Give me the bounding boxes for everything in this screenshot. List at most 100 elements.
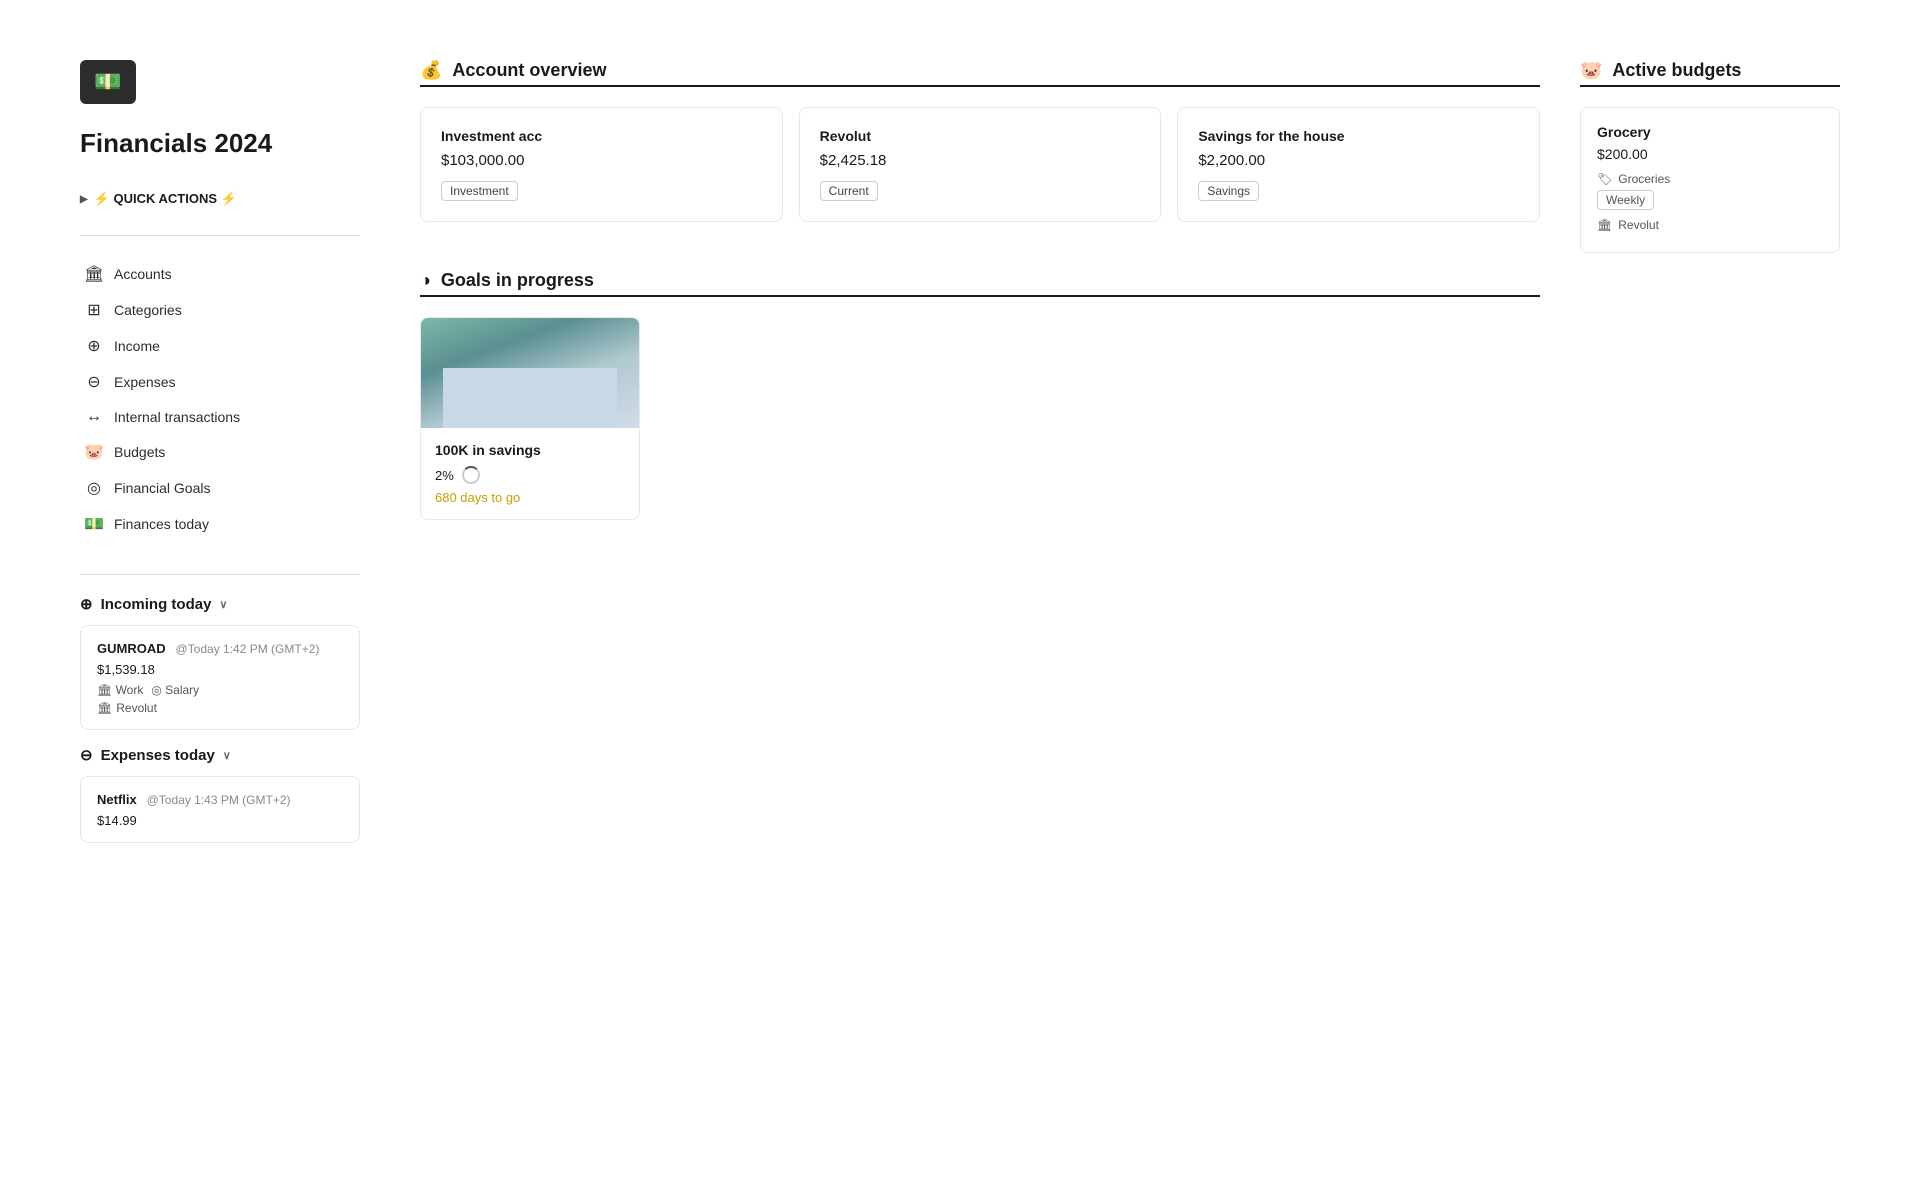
goal-progress-circle-0 <box>462 466 480 484</box>
account-overview-underline <box>420 85 1540 87</box>
account-name-savings: Savings for the house <box>1198 128 1519 144</box>
expenses-icon: ⊖ <box>84 372 104 392</box>
nav-label-budgets: Budgets <box>114 444 165 460</box>
goal-progress-row-0: 2% <box>435 466 625 484</box>
financial-goals-icon: ◎ <box>84 478 104 498</box>
account-type-revolut: Current <box>820 181 878 201</box>
internal-transactions-icon: ↔ <box>84 408 104 426</box>
budget-account-0: 🏛 Revolut <box>1597 218 1823 232</box>
app-logo: 💵 <box>80 60 136 104</box>
right-column: 🐷 Active budgets Grocery $200.00 🏷 Groce… <box>1580 60 1840 1139</box>
nav-item-income[interactable]: ⊕ Income <box>80 328 360 364</box>
incoming-transaction-amount-0: $1,539.18 <box>97 662 343 677</box>
sidebar-divider-2 <box>80 574 360 575</box>
goals-grid: 100K in savings 2% 680 days to go <box>420 317 1540 520</box>
account-amount-investment: $103,000.00 <box>441 152 762 169</box>
budget-category-0: 🏷 Groceries <box>1597 172 1823 186</box>
active-budgets-title: Active budgets <box>1612 60 1741 81</box>
goal-card-0[interactable]: 100K in savings 2% 680 days to go <box>420 317 640 520</box>
account-type-savings: Savings <box>1198 181 1259 201</box>
expenses-today-chevron: ∨ <box>223 749 231 762</box>
budget-amount-0: $200.00 <box>1597 146 1823 162</box>
account-name-investment: Investment acc <box>441 128 762 144</box>
accounts-grid: Investment acc $103,000.00 Investment Re… <box>420 107 1540 222</box>
budget-category-label-0: Groceries <box>1618 172 1670 186</box>
nav-item-budgets[interactable]: 🐷 Budgets <box>80 434 360 470</box>
nav-label-finances-today: Finances today <box>114 516 209 532</box>
budget-frequency-0: Weekly <box>1597 190 1654 210</box>
incoming-today-toggle[interactable]: ⊕ Incoming today ∨ <box>80 595 360 613</box>
goals-icon: ◑ <box>420 270 431 291</box>
active-budgets-section: 🐷 Active budgets Grocery $200.00 🏷 Groce… <box>1580 60 1840 253</box>
incoming-transaction-name-0: GUMROAD <box>97 641 166 656</box>
nav-menu: 🏛 Accounts ⊞ Categories ⊕ Income ⊖ Expen… <box>80 256 360 542</box>
sidebar: 💵 Financials 2024 ▶ ⚡ QUICK ACTIONS ⚡ 🏛 … <box>80 60 360 1139</box>
account-amount-revolut: $2,425.18 <box>820 152 1141 169</box>
budgets-icon: 🐷 <box>84 442 104 462</box>
accounts-icon: 🏛 <box>84 264 104 284</box>
active-budgets-underline <box>1580 85 1840 87</box>
logo-icon: 💵 <box>94 69 121 95</box>
app-title: Financials 2024 <box>80 128 360 159</box>
budget-name-0: Grocery <box>1597 124 1823 140</box>
expense-transaction-amount-0: $14.99 <box>97 813 343 828</box>
incoming-today-label: Incoming today <box>101 596 212 613</box>
goal-days-0: 680 days to go <box>435 490 625 505</box>
incoming-today-icon: ⊕ <box>80 595 93 613</box>
budget-card-0[interactable]: Grocery $200.00 🏷 Groceries Weekly 🏛 Rev… <box>1580 107 1840 253</box>
nav-label-financial-goals: Financial Goals <box>114 480 211 496</box>
categories-icon: ⊞ <box>84 300 104 320</box>
nav-item-accounts[interactable]: 🏛 Accounts <box>80 256 360 292</box>
nav-item-financial-goals[interactable]: ◎ Financial Goals <box>80 470 360 506</box>
budget-category-icon-0: 🏷 <box>1597 172 1612 186</box>
goals-underline <box>420 295 1540 297</box>
quick-actions-label: ⚡ QUICK ACTIONS ⚡ <box>94 191 237 207</box>
nav-label-internal-transactions: Internal transactions <box>114 409 240 425</box>
account-card-investment[interactable]: Investment acc $103,000.00 Investment <box>420 107 783 222</box>
account-overview-title: Account overview <box>452 60 606 81</box>
goal-image-0 <box>421 318 639 428</box>
nav-item-expenses[interactable]: ⊖ Expenses <box>80 364 360 400</box>
account-card-savings[interactable]: Savings for the house $2,200.00 Savings <box>1177 107 1540 222</box>
active-budgets-header: 🐷 Active budgets <box>1580 60 1840 81</box>
expenses-today-toggle[interactable]: ⊖ Expenses today ∨ <box>80 746 360 764</box>
nav-item-internal-transactions[interactable]: ↔ Internal transactions <box>80 400 360 434</box>
nav-label-expenses: Expenses <box>114 374 175 390</box>
account-type-investment: Investment <box>441 181 518 201</box>
quick-actions-toggle[interactable]: ▶ ⚡ QUICK ACTIONS ⚡ <box>80 191 360 207</box>
nav-label-categories: Categories <box>114 302 182 318</box>
incoming-transaction-0[interactable]: GUMROAD @Today 1:42 PM (GMT+2) $1,539.18… <box>80 625 360 730</box>
main-content: 💰 Account overview Investment acc $103,0… <box>420 60 1540 1139</box>
quick-actions-arrow: ▶ <box>80 194 88 205</box>
account-name-revolut: Revolut <box>820 128 1141 144</box>
account-icon-revolut-0: 🏛 <box>97 701 112 715</box>
expenses-today-label: Expenses today <box>101 747 215 764</box>
incoming-transaction-tags-0: 🏛 Work ◎ Salary <box>97 683 343 697</box>
goals-title: Goals in progress <box>441 270 594 291</box>
expenses-today-icon: ⊖ <box>80 746 93 764</box>
incoming-today-section: ⊕ Incoming today ∨ GUMROAD @Today 1:42 P… <box>80 595 360 730</box>
finances-today-icon: 💵 <box>84 514 104 534</box>
nav-label-income: Income <box>114 338 160 354</box>
account-card-revolut[interactable]: Revolut $2,425.18 Current <box>799 107 1162 222</box>
incoming-transaction-account-0: 🏛 Revolut <box>97 701 343 715</box>
incoming-transaction-title-row: GUMROAD @Today 1:42 PM (GMT+2) <box>97 640 343 656</box>
nav-item-finances-today[interactable]: 💵 Finances today <box>80 506 360 542</box>
expense-transaction-date-0: @Today 1:43 PM (GMT+2) <box>147 793 291 807</box>
budget-account-icon-0: 🏛 <box>1597 218 1612 232</box>
nav-item-categories[interactable]: ⊞ Categories <box>80 292 360 328</box>
expense-transaction-0[interactable]: Netflix @Today 1:43 PM (GMT+2) $14.99 <box>80 776 360 843</box>
goal-body-0: 100K in savings 2% 680 days to go <box>421 428 639 519</box>
tag-salary: ◎ Salary <box>151 683 199 697</box>
account-overview-header: 💰 Account overview <box>420 60 1540 81</box>
expenses-today-section: ⊖ Expenses today ∨ Netflix @Today 1:43 P… <box>80 746 360 843</box>
account-amount-savings: $2,200.00 <box>1198 152 1519 169</box>
incoming-transaction-date-0: @Today 1:42 PM (GMT+2) <box>176 642 320 656</box>
incoming-today-chevron: ∨ <box>219 598 227 611</box>
expense-transaction-name-0: Netflix <box>97 792 137 807</box>
account-overview-section: 💰 Account overview Investment acc $103,0… <box>420 60 1540 222</box>
tag-work: 🏛 Work <box>97 683 143 697</box>
goals-section: ◑ Goals in progress 100K in savings 2% <box>420 270 1540 520</box>
active-budgets-icon: 🐷 <box>1580 60 1602 81</box>
goal-image-inner-0 <box>421 318 639 428</box>
